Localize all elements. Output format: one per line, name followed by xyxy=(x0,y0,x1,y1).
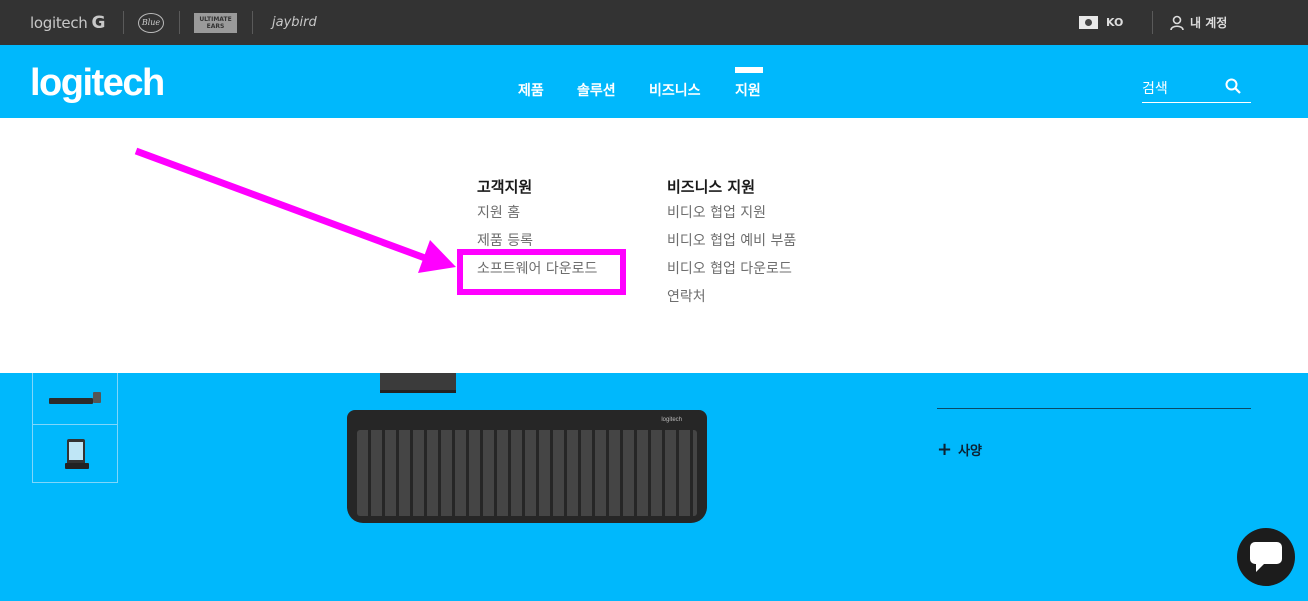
support-home-link[interactable]: 지원 홈 xyxy=(477,204,597,232)
tablet-stand-image xyxy=(380,373,456,393)
business-support-heading[interactable]: 비즈니스 지원 xyxy=(667,176,796,197)
ultimate-ears-brand-link[interactable]: ULTIMATE EARS xyxy=(194,0,237,45)
chat-bubble-icon xyxy=(1250,542,1282,572)
keyboard-keys xyxy=(357,430,697,516)
active-nav-indicator xyxy=(735,67,763,73)
divider xyxy=(123,11,124,34)
account-link[interactable]: 내 계정 xyxy=(1170,0,1227,45)
customer-support-heading[interactable]: 고객지원 xyxy=(477,176,597,197)
video-collab-downloads-link[interactable]: 비디오 협업 다운로드 xyxy=(667,260,796,288)
keyboard-brand-label: logitech xyxy=(661,417,682,423)
locale-code: KO xyxy=(1106,16,1124,29)
search-input[interactable] xyxy=(1142,78,1222,100)
divider xyxy=(937,408,1251,409)
divider xyxy=(179,11,180,34)
tablet-stand-thumbnail-icon xyxy=(65,439,89,469)
chat-button[interactable] xyxy=(1237,528,1295,586)
account-label: 내 계정 xyxy=(1190,16,1228,30)
nav-products[interactable]: 제품 xyxy=(518,80,544,100)
divider xyxy=(252,11,253,34)
logitech-brand-text: logitech xyxy=(30,13,88,32)
jaybird-logo-icon: jaybird xyxy=(272,15,317,30)
korea-flag-icon xyxy=(1079,16,1098,29)
video-collab-spare-parts-link[interactable]: 비디오 협업 예비 부품 xyxy=(667,232,796,260)
logitech-g-icon: G xyxy=(91,12,106,33)
plus-icon: + xyxy=(937,438,953,460)
specs-label: 사양 xyxy=(958,444,983,459)
nav-solutions[interactable]: 솔루션 xyxy=(577,80,616,100)
main-header: logitech 제품 솔루션 비즈니스 지원 xyxy=(0,45,1308,118)
keyboard-product-image: logitech xyxy=(347,410,707,523)
logitech-g-brand-link[interactable]: logitech G xyxy=(30,0,105,45)
brand-bar: logitech G Blue ULTIMATE EARS jaybird KO… xyxy=(0,0,1308,45)
support-dropdown-menu: 고객지원 지원 홈 제품 등록 소프트웨어 다운로드 비즈니스 지원 비디오 협… xyxy=(0,118,1308,373)
search-box xyxy=(1142,75,1251,103)
product-thumbnail[interactable] xyxy=(32,373,118,425)
blue-logo-icon: Blue xyxy=(138,12,164,33)
nav-support[interactable]: 지원 xyxy=(735,80,761,100)
jaybird-brand-link[interactable]: jaybird xyxy=(272,0,317,45)
locale-selector[interactable]: KO xyxy=(1079,0,1123,45)
ultimate-ears-logo-icon: ULTIMATE EARS xyxy=(194,12,237,33)
divider xyxy=(1152,11,1153,34)
highlight-box xyxy=(457,249,626,295)
business-support-column: 비즈니스 지원 비디오 협업 지원 비디오 협업 예비 부품 비디오 협업 다운… xyxy=(667,176,796,316)
nav-business[interactable]: 비즈니스 xyxy=(649,80,701,100)
keyboard-thumbnail-icon xyxy=(49,392,101,404)
search-icon[interactable] xyxy=(1225,78,1241,94)
blue-brand-link[interactable]: Blue xyxy=(138,0,164,45)
logitech-logo[interactable]: logitech xyxy=(30,63,165,103)
contact-link[interactable]: 연락처 xyxy=(667,288,796,316)
product-thumbnail[interactable] xyxy=(32,424,118,483)
specs-toggle[interactable]: + 사양 xyxy=(937,440,982,459)
video-collab-support-link[interactable]: 비디오 협업 지원 xyxy=(667,204,796,232)
user-icon xyxy=(1170,15,1184,30)
